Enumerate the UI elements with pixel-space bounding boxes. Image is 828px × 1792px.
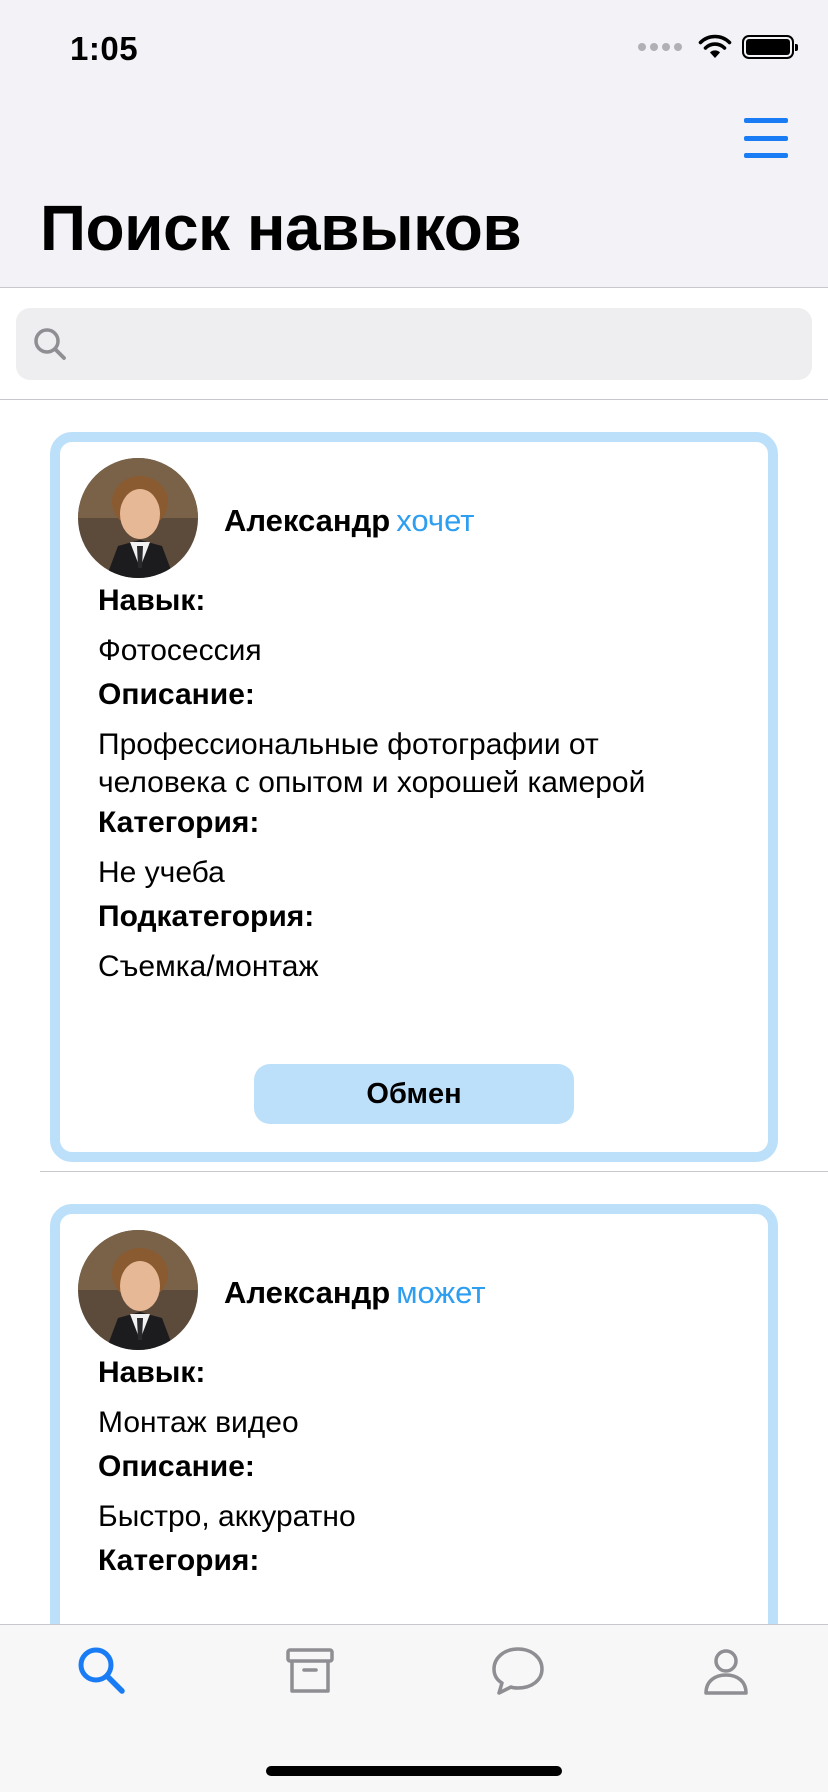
tab-chats[interactable] [488,1641,548,1701]
skill-card: Александр может Навык: Монтаж видео Описа… [50,1204,778,1624]
skill-card: Александр хочет Навык: Фотосессия Описани… [50,432,778,1162]
category-field: Категория: [98,1544,259,1578]
request-type: может [396,1275,486,1310]
skill-label: Навык: [98,584,206,617]
navigation-header: 1:05 Поиск навыков [0,0,828,288]
user-name: Александр [224,503,391,538]
profile-icon [704,1649,748,1695]
page-title: Поиск навыков [40,192,522,264]
home-indicator [266,1766,562,1776]
subcategory-value: Съемка/монтаж [98,950,319,983]
tab-profile[interactable] [696,1641,756,1701]
wifi-icon [698,34,732,58]
category-label: Категория: [98,1544,260,1577]
skill-field: Навык: Монтаж видео [98,1356,299,1442]
status-time: 1:05 [70,30,139,67]
skill-value: Монтаж видео [98,1406,299,1439]
search-bar[interactable] [16,308,812,380]
search-container [0,288,828,400]
exchange-button[interactable]: Обмен [254,1064,574,1124]
description-field: Описание: Быстро, аккуратно [98,1450,718,1536]
subcategory-label: Подкатегория: [98,900,315,933]
category-value: Не учеба [98,856,225,889]
request-type: хочет [396,503,475,538]
search-input[interactable] [80,314,812,374]
avatar[interactable] [78,458,198,578]
menu-icon[interactable] [744,118,788,158]
description-label: Описание: [98,678,255,711]
skill-label: Навык: [98,1356,206,1389]
description-field: Описание: Профессиональные фотографии от… [98,678,718,803]
search-icon [34,328,66,360]
archive-icon [286,1648,334,1693]
tab-search[interactable] [72,1641,132,1701]
user-line: Александр может [224,1274,486,1311]
skill-value: Фотосессия [98,634,262,667]
category-field: Категория: Не учеба [98,806,259,892]
category-label: Категория: [98,806,260,839]
tab-archive[interactable] [280,1641,340,1701]
description-value: Быстро, аккуратно [98,1500,356,1533]
divider [40,1171,828,1172]
chat-bubble-icon [492,1647,544,1695]
status-icons [638,34,798,60]
avatar[interactable] [78,1230,198,1350]
skills-list[interactable]: Александр хочет Навык: Фотосессия Описани… [0,400,828,1624]
user-name: Александр [224,1275,391,1310]
user-line: Александр хочет [224,502,475,539]
description-label: Описание: [98,1450,255,1483]
battery-icon [742,35,798,59]
skill-field: Навык: Фотосессия [98,584,262,670]
cellular-signal-icon [638,43,682,51]
description-value: Профессиональные фотографии от человека … [98,728,646,800]
search-icon [78,1647,125,1694]
subcategory-field: Подкатегория: Съемка/монтаж [98,900,319,986]
